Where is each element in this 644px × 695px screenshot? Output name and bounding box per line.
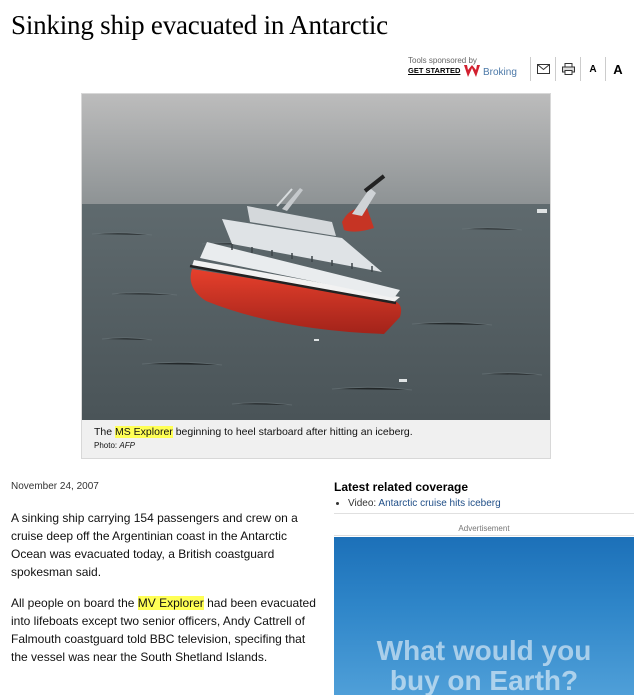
article-paragraph: All people on board the MV Explorer had … xyxy=(11,594,316,666)
article-body: A sinking ship carrying 154 passengers a… xyxy=(11,509,316,679)
caption-highlight-ship-name: MS Explorer xyxy=(115,426,173,438)
advertisement-label: Advertisement xyxy=(334,524,634,536)
sponsor-brand: Broking xyxy=(483,67,517,78)
article-tools: Tools sponsored by GET STARTED Broking A… xyxy=(406,56,630,82)
ship-photo xyxy=(82,94,550,420)
font-small-label: A xyxy=(589,63,597,75)
article-date: November 24, 2007 xyxy=(11,481,99,492)
font-size-small-button[interactable]: A xyxy=(580,57,605,81)
caption-text-after: beginning to heel starboard after hittin… xyxy=(172,426,413,438)
print-icon xyxy=(561,63,575,75)
photo-credit: Photo: AFP xyxy=(94,441,135,450)
sponsor-label: Tools sponsored by xyxy=(408,56,477,65)
ad-headline: What would you buy on Earth? xyxy=(334,636,634,695)
email-button[interactable] xyxy=(530,57,555,81)
related-coverage-title: Latest related coverage xyxy=(334,480,469,494)
advertisement-banner[interactable]: What would you buy on Earth? xyxy=(334,537,634,695)
font-large-label: A xyxy=(613,61,623,77)
credit-source: AFP xyxy=(119,441,135,450)
photo-caption: The MS Explorer beginning to heel starbo… xyxy=(94,426,413,438)
brand-logo-icon xyxy=(464,65,480,77)
sponsor-get-started-link[interactable]: GET STARTED xyxy=(408,66,460,75)
related-coverage: Latest related coverage Video: Antarctic… xyxy=(334,480,634,514)
related-video-link[interactable]: Antarctic cruise hits iceberg xyxy=(378,498,500,509)
font-size-large-button[interactable]: A xyxy=(605,57,630,81)
print-button[interactable] xyxy=(555,57,580,81)
related-item: Video: Antarctic cruise hits iceberg xyxy=(348,498,634,509)
paragraph-text-before: All people on board the xyxy=(11,596,138,610)
credit-label: Photo: xyxy=(94,441,120,450)
email-icon xyxy=(536,64,550,74)
tools-sponsor[interactable]: Tools sponsored by GET STARTED Broking xyxy=(406,56,524,82)
ad-text-line1: What would you xyxy=(376,635,592,666)
ad-text-line2: buy on Earth? xyxy=(389,665,579,695)
article-paragraph: A sinking ship carrying 154 passengers a… xyxy=(11,511,298,579)
highlight-ship-name: MV Explorer xyxy=(137,596,204,610)
related-list: Video: Antarctic cruise hits iceberg xyxy=(334,498,634,509)
article-headline: Sinking ship evacuated in Antarctic xyxy=(11,10,388,40)
photo-box: The MS Explorer beginning to heel starbo… xyxy=(81,93,551,459)
caption-text-before: The xyxy=(94,426,116,438)
related-item-prefix: Video: xyxy=(348,498,379,509)
